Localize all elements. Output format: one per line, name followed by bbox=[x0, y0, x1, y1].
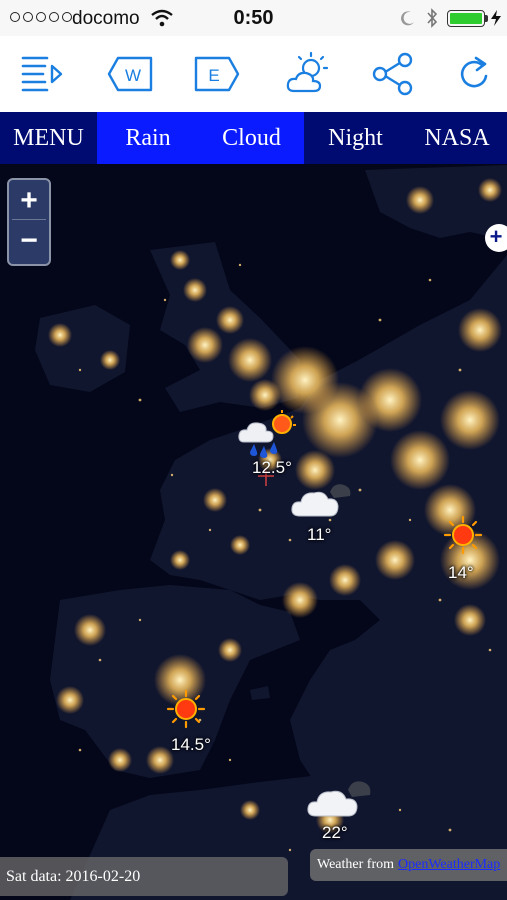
sun-icon[interactable] bbox=[166, 689, 206, 729]
cloud-icon[interactable] bbox=[306, 774, 378, 820]
night-map[interactable] bbox=[0, 164, 507, 900]
moon-icon bbox=[401, 11, 414, 26]
sun-cloud-icon[interactable] bbox=[281, 48, 333, 100]
temperature-label: 22° bbox=[322, 823, 348, 842]
east-label: E bbox=[208, 66, 219, 85]
sun-icon[interactable] bbox=[443, 515, 483, 555]
tab-cloud[interactable]: Cloud bbox=[199, 112, 304, 164]
tab-nasa[interactable]: NASA bbox=[407, 112, 507, 164]
cloud-icon[interactable] bbox=[290, 476, 358, 520]
status-bar: docomo 0:50 bbox=[0, 0, 507, 36]
sat-data-label: Sat data: 2016-02-20 bbox=[0, 857, 288, 896]
zoom-control: + − bbox=[7, 178, 51, 266]
zoom-in-button[interactable]: + bbox=[12, 183, 46, 220]
menu-list-icon[interactable] bbox=[16, 48, 68, 100]
weather-attribution: Weather from OpenWeatherMap bbox=[310, 849, 507, 881]
bluetooth-icon bbox=[427, 8, 438, 28]
layer-tabs: MENU Rain Cloud Night NASA bbox=[0, 112, 507, 164]
refresh-icon[interactable] bbox=[448, 48, 500, 100]
expand-button[interactable]: + bbox=[485, 224, 507, 252]
toolbar: W E bbox=[0, 36, 507, 113]
tab-menu[interactable]: MENU bbox=[0, 112, 97, 164]
temperature-label: 14.5° bbox=[171, 735, 211, 754]
temperature-label: 12.5° bbox=[252, 458, 292, 477]
openweathermap-link[interactable]: OpenWeatherMap bbox=[398, 857, 500, 873]
east-button[interactable]: E bbox=[191, 48, 243, 100]
share-icon[interactable] bbox=[367, 48, 419, 100]
tab-night[interactable]: Night bbox=[304, 112, 407, 164]
tab-rain[interactable]: Rain bbox=[97, 112, 199, 164]
west-button[interactable]: W bbox=[104, 48, 156, 100]
zoom-out-button[interactable]: − bbox=[12, 223, 46, 259]
attribution-text: Weather from bbox=[317, 857, 394, 872]
temperature-label: 11° bbox=[307, 525, 332, 544]
battery-icon bbox=[447, 10, 485, 27]
rain-sun-icon[interactable] bbox=[236, 408, 298, 460]
charging-icon bbox=[491, 10, 501, 26]
west-label: W bbox=[125, 66, 141, 85]
temperature-label: 14° bbox=[448, 563, 474, 582]
